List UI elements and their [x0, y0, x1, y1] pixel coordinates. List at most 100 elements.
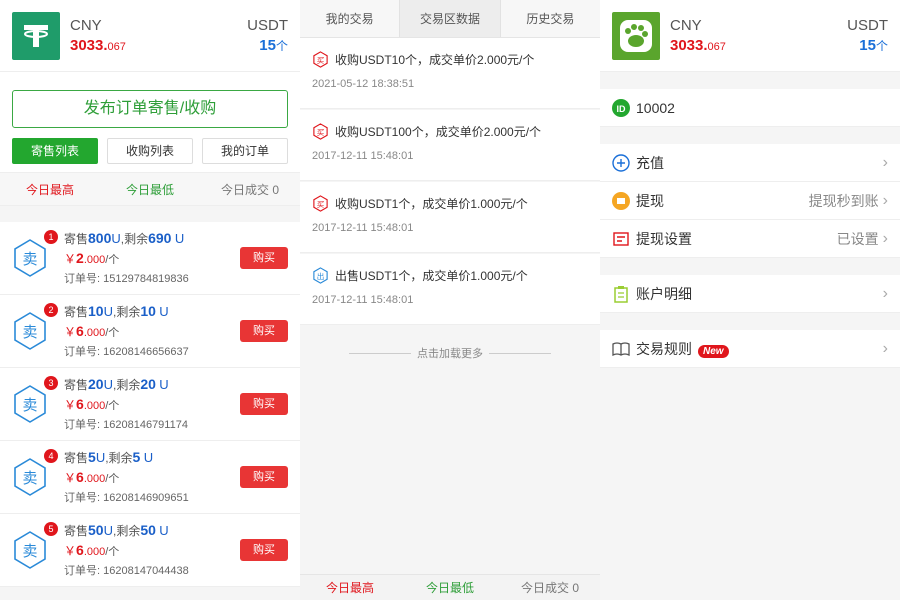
- menu-trade-rules[interactable]: 交易规则 New ›: [600, 330, 900, 368]
- account-header: CNY 3033.067 USDT 15个: [0, 0, 300, 72]
- stat-today-low: 今日最低: [425, 581, 474, 595]
- trade-text: 收购USDT1个，成交单价1.000元/个: [335, 197, 528, 211]
- order-row: 卖 1 寄售800U,剩余690 U ￥2.000/个 订单号: 15129784819…: [0, 222, 300, 295]
- usdt-label: USDT: [847, 17, 888, 34]
- order-number: 订单号: 16208146656637: [64, 346, 189, 358]
- hexagon-sell-icon: 卖: [14, 385, 46, 423]
- id-icon: ID: [612, 98, 630, 117]
- sell-badge: 卖3: [12, 376, 58, 424]
- withdraw-settings-label: 提现设置: [636, 230, 692, 247]
- panel-account: CNY 3033.067 USDT 15个 ID 10002 充值 › 提现 提…: [600, 0, 900, 600]
- recharge-label: 充值: [636, 154, 664, 171]
- menu-account-detail[interactable]: 账户明细 ›: [600, 275, 900, 313]
- stat-today-low: 今日最低: [125, 182, 174, 197]
- order-price: ￥2.000/个: [64, 250, 120, 266]
- trade-item: 买 收购USDT10个，成交单价2.000元/个 2021-05-12 18:38:…: [300, 38, 600, 109]
- order-index: 3: [44, 376, 58, 390]
- tab-sell-list[interactable]: 寄售列表: [12, 138, 98, 164]
- hexagon-sell-icon: 卖: [14, 531, 46, 569]
- svg-text:卖: 卖: [22, 323, 37, 341]
- cny-label: CNY: [70, 17, 102, 34]
- stat-today-high: 今日最高: [25, 182, 74, 197]
- buy-button[interactable]: 购买: [240, 466, 288, 488]
- trade-rules-label: 交易规则 New: [636, 339, 883, 359]
- usdt-amount: 15个: [259, 37, 288, 54]
- svg-text:ID: ID: [617, 104, 627, 114]
- svg-text:卖: 卖: [22, 469, 37, 487]
- order-number: 订单号: 16208146791174: [64, 419, 188, 431]
- svg-text:卖: 卖: [22, 250, 37, 268]
- svg-text:买: 买: [317, 56, 325, 65]
- new-badge: New: [698, 344, 729, 358]
- chevron-right-icon: ›: [882, 339, 888, 357]
- tab-buy-list[interactable]: 收购列表: [107, 138, 193, 164]
- load-more-label: 点击加载更多: [417, 348, 483, 360]
- trade-list: 买 收购USDT10个，成交单价2.000元/个 2021-05-12 18:38:…: [300, 38, 600, 325]
- trade-time: 2017-12-11 15:48:01: [312, 294, 414, 306]
- chevron-right-icon: ›: [882, 191, 888, 209]
- order-quantity: 寄售50U,剩余50 U: [64, 522, 169, 538]
- today-stats-bottom: 今日最高 今日最低 今日成交 0: [300, 574, 600, 600]
- paw-logo-icon: [612, 11, 660, 60]
- chevron-right-icon: ›: [882, 229, 888, 247]
- order-price: ￥6.000/个: [64, 542, 120, 558]
- withdraw-icon: [612, 191, 630, 210]
- load-more[interactable]: 点击加载更多: [300, 345, 600, 361]
- trade-time: 2021-05-12 18:38:51: [312, 78, 415, 90]
- buy-button[interactable]: 购买: [240, 320, 288, 342]
- app-root: CNY 3033.067 USDT 15个 发布订单寄售/收购 寄售列表 收购列…: [0, 0, 900, 600]
- svg-text:买: 买: [317, 200, 325, 209]
- order-row: 卖 3 寄售20U,剩余20 U ￥6.000/个 订单号: 1620814679117…: [0, 368, 300, 441]
- menu-withdraw[interactable]: 提现 提现秒到账 ›: [600, 182, 900, 220]
- order-index: 4: [44, 449, 58, 463]
- tab-my-trades[interactable]: 我的交易: [300, 0, 399, 37]
- tab-history[interactable]: 历史交易: [501, 0, 600, 37]
- tab-my-orders[interactable]: 我的订单: [202, 138, 288, 164]
- publish-order-button[interactable]: 发布订单寄售/收购: [12, 90, 288, 128]
- order-row: 卖 2 寄售10U,剩余10 U ￥6.000/个 订单号: 1620814665663…: [0, 295, 300, 368]
- usdt-label: USDT: [247, 17, 288, 34]
- menu-recharge[interactable]: 充值 ›: [600, 144, 900, 182]
- withdraw-settings-note: 已设置: [836, 230, 879, 247]
- today-stats: 今日最高 今日最低 今日成交 0: [0, 172, 300, 206]
- order-quantity: 寄售5U,剩余5 U: [64, 449, 154, 465]
- buy-hexagon-icon: 买: [313, 123, 328, 140]
- usdt-amount: 15个: [859, 37, 888, 54]
- settings-icon: [613, 231, 629, 246]
- panel-trades: 我的交易 交易区数据 历史交易 买 收购USDT10个，成交单价2.000元/个 2…: [300, 0, 600, 600]
- stat-today-volume: 今日成交 0: [520, 581, 579, 595]
- tab-market-data[interactable]: 交易区数据: [399, 0, 501, 37]
- trade-item: 买 收购USDT100个，成交单价2.000元/个 2017-12-11 15:48…: [300, 110, 600, 181]
- order-row: 卖 5 寄售50U,剩余50 U ￥6.000/个 订单号: 1620814704443…: [0, 514, 300, 587]
- account-header: CNY 3033.067 USDT 15个: [600, 0, 900, 72]
- menu-withdraw-settings[interactable]: 提现设置 已设置 ›: [600, 220, 900, 258]
- cny-amount: 3033.067: [70, 37, 126, 54]
- trade-text: 出售USDT1个，成交单价1.000元/个: [335, 269, 528, 283]
- trade-time: 2017-12-11 15:48:01: [312, 150, 414, 162]
- order-row: 卖 4 寄售5U,剩余5 U ￥6.000/个 订单号: 16208146909651 购…: [0, 441, 300, 514]
- stat-today-volume: 今日成交 0: [220, 182, 279, 197]
- tether-logo-icon: [12, 11, 60, 60]
- order-price: ￥6.000/个: [64, 469, 120, 485]
- buy-button[interactable]: 购买: [240, 539, 288, 561]
- trade-tabs: 我的交易 交易区数据 历史交易: [300, 0, 600, 38]
- panel-market: CNY 3033.067 USDT 15个 发布订单寄售/收购 寄售列表 收购列…: [0, 0, 300, 600]
- svg-text:卖: 卖: [22, 542, 37, 560]
- order-quantity: 寄售800U,剩余690 U: [64, 230, 185, 246]
- chevron-right-icon: ›: [882, 153, 888, 171]
- trade-time: 2017-12-11 15:48:01: [312, 222, 414, 234]
- sell-badge: 卖4: [12, 449, 58, 497]
- withdraw-label: 提现: [636, 192, 664, 209]
- buy-button[interactable]: 购买: [240, 393, 288, 415]
- user-id: 10002: [636, 99, 675, 116]
- buy-button[interactable]: 购买: [240, 247, 288, 269]
- recharge-icon: [612, 153, 630, 172]
- order-list: 卖 1 寄售800U,剩余690 U ￥2.000/个 订单号: 15129784819…: [0, 222, 300, 587]
- chevron-right-icon: ›: [882, 284, 888, 302]
- svg-text:出: 出: [317, 271, 325, 281]
- sell-badge: 卖5: [12, 522, 58, 570]
- order-index: 1: [44, 230, 58, 244]
- order-price: ￥6.000/个: [64, 323, 120, 339]
- order-index: 5: [44, 522, 58, 536]
- hexagon-sell-icon: 卖: [14, 312, 46, 350]
